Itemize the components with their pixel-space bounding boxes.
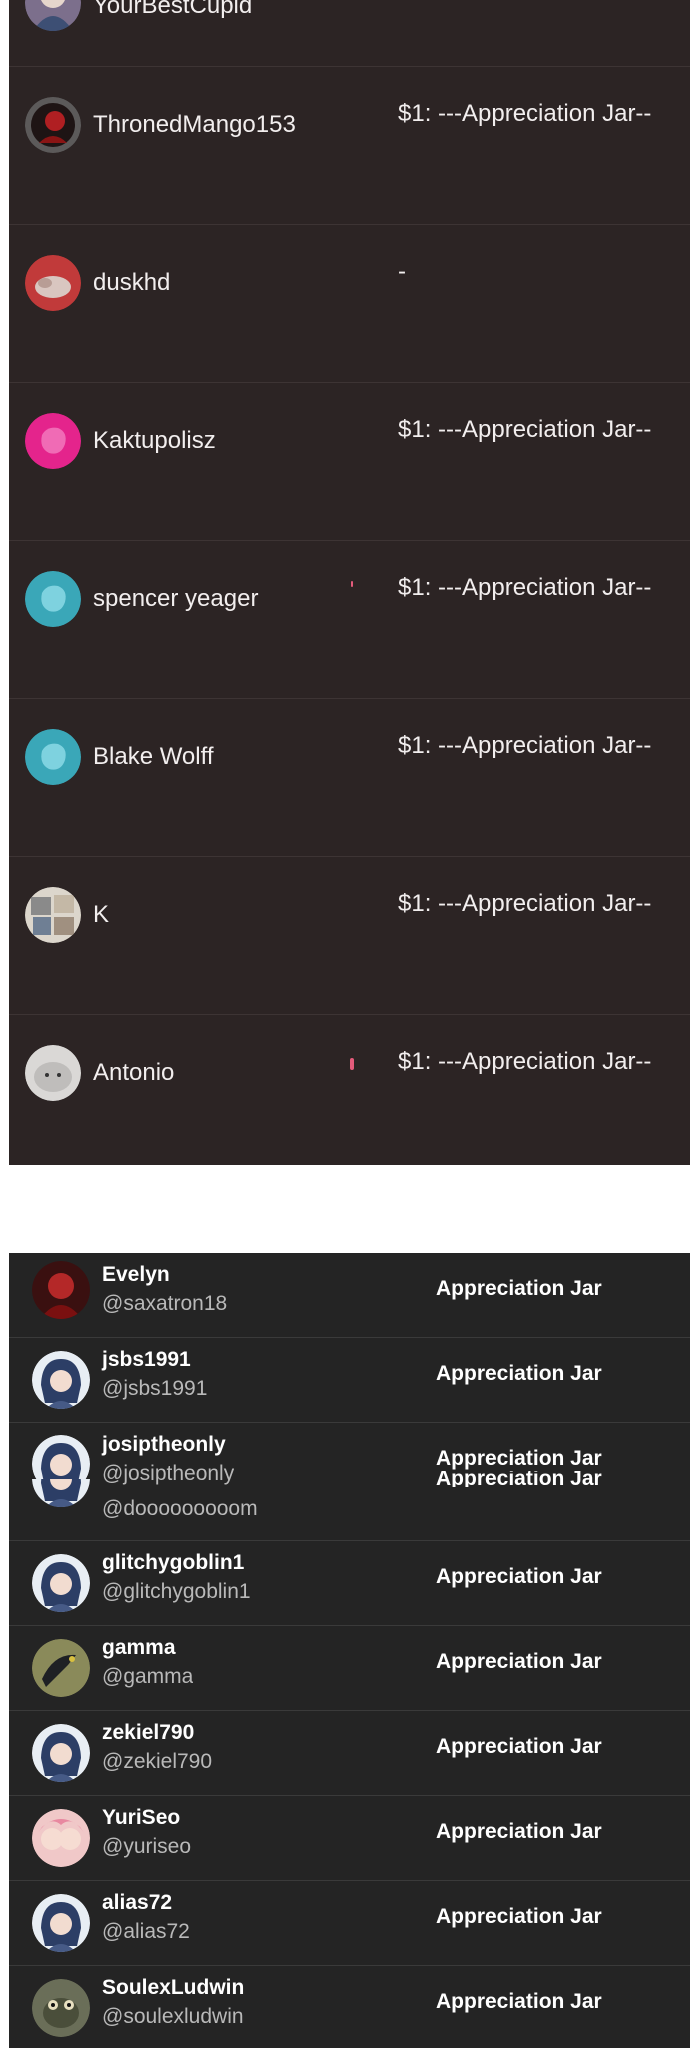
avatar — [32, 1724, 90, 1782]
supporters-list-bottom: Evelyn @saxatron18 Appreciation Jar jsbs… — [9, 1253, 690, 2048]
supporter-name: SoulexLudwin — [102, 1976, 245, 1999]
supporter-name: Blake Wolff — [93, 743, 214, 770]
supporter-name: Kaktupolisz — [93, 427, 216, 454]
tier-label: Appreciation Jar — [436, 1650, 602, 1673]
list-item: ThronedMango153 $1: ---Appreciation Jar-… — [9, 67, 690, 225]
supporter-handle: @zekiel790 — [102, 1750, 213, 1773]
red-character-icon — [32, 1261, 90, 1319]
collage-icon — [25, 887, 81, 943]
avatar — [25, 571, 81, 627]
list-item: gamma @gamma Appreciation Jar — [9, 1626, 690, 1711]
support-amount: $1: ---Appreciation Jar-- — [398, 416, 652, 443]
supporter-handle: @jsbs1991 — [102, 1377, 208, 1400]
supporters-list-top: YourBestCupid ThronedMango153 $1: ---App… — [9, 0, 690, 1165]
tier-label: Appreciation Jar — [436, 1471, 602, 1487]
list-item: Evelyn @saxatron18 Appreciation Jar — [9, 1253, 690, 1338]
teal-blob-icon — [25, 729, 81, 785]
avatar — [25, 413, 81, 469]
avatar — [25, 97, 81, 153]
support-amount: $1: ---Appreciation Jar-- — [398, 100, 652, 127]
tier-label: Appreciation Jar — [436, 1565, 602, 1588]
supporter-name: gamma — [102, 1636, 176, 1659]
list-item: duskhd - — [9, 225, 690, 383]
avatar — [32, 1351, 90, 1409]
avatar — [25, 1045, 81, 1101]
avatar — [32, 1809, 90, 1867]
supporter-name: YourBestCupid — [93, 0, 253, 19]
default-anime-icon — [32, 1351, 90, 1409]
list-item: Kaktupolisz $1: ---Appreciation Jar-- — [9, 383, 690, 541]
avatar — [25, 0, 81, 31]
supporter-handle: @soulexludwin — [102, 2005, 244, 2028]
default-anime-icon — [32, 1479, 90, 1507]
supporter-name: Evelyn — [102, 1263, 170, 1286]
supporter-name: ThronedMango153 — [93, 111, 296, 138]
supporter-handle: @yuriseo — [102, 1835, 192, 1858]
sleeping-cat-icon — [25, 255, 81, 311]
seal-photo-icon — [25, 1045, 81, 1101]
supporter-name: duskhd — [93, 269, 171, 296]
supporter-name: zekiel790 — [102, 1721, 195, 1744]
list-item: jsbs1991 @jsbs1991 Appreciation Jar — [9, 1338, 690, 1423]
list-item: josiptheonly @josiptheonly @dooooooooom … — [9, 1423, 690, 1541]
support-amount: $1: ---Appreciation Jar-- — [398, 1048, 652, 1075]
list-item: alias72 @alias72 Appreciation Jar — [9, 1881, 690, 1966]
list-item: YourBestCupid — [9, 0, 690, 67]
list-item: glitchygoblin1 @glitchygoblin1 Appreciat… — [9, 1541, 690, 1626]
supporter-name: alias72 — [102, 1891, 173, 1914]
tier-label: Appreciation Jar — [436, 1277, 602, 1300]
avatar — [32, 1479, 90, 1507]
dark-red-character-icon — [25, 97, 81, 153]
avatar — [32, 1894, 90, 1952]
supporter-name: K — [93, 901, 110, 928]
frog-icon — [32, 1979, 90, 2037]
supporter-handle: @saxatron18 — [102, 1292, 228, 1315]
tier-label: Appreciation Jar — [436, 1990, 602, 2013]
pink-anime-icon — [32, 1809, 90, 1867]
avatar — [25, 255, 81, 311]
tier-label: Appreciation Jar — [436, 1820, 602, 1843]
pink-blob-icon — [25, 413, 81, 469]
list-item: Blake Wolff $1: ---Appreciation Jar-- — [9, 699, 690, 857]
default-anime-icon — [32, 1894, 90, 1952]
supporter-handle: @alias72 — [102, 1920, 190, 1943]
list-item: K $1: ---Appreciation Jar-- — [9, 857, 690, 1015]
support-amount: $1: ---Appreciation Jar-- — [398, 890, 652, 917]
teal-blob-icon — [25, 571, 81, 627]
supporter-name: josiptheonly — [102, 1433, 226, 1456]
supporter-name: YuriSeo — [102, 1806, 181, 1829]
dark-bird-icon — [32, 1639, 90, 1697]
supporter-name: spencer yeager — [93, 585, 259, 612]
default-anime-icon — [32, 1724, 90, 1782]
supporter-name: glitchygoblin1 — [102, 1551, 245, 1574]
avatar — [32, 1979, 90, 2037]
support-amount: - — [398, 258, 406, 285]
supporter-name: jsbs1991 — [102, 1348, 191, 1371]
supporter-handle: @gamma — [102, 1665, 194, 1688]
supporter-name: Antonio — [93, 1059, 175, 1086]
list-item: SoulexLudwin @soulexludwin Appreciation … — [9, 1966, 690, 2048]
avatar — [32, 1554, 90, 1612]
status-mark — [350, 1058, 354, 1070]
support-amount: $1: ---Appreciation Jar-- — [398, 574, 652, 601]
avatar — [25, 887, 81, 943]
list-item: Antonio $1: ---Appreciation Jar-- — [9, 1015, 690, 1165]
avatar — [32, 1639, 90, 1697]
tier-label: Appreciation Jar — [436, 1447, 602, 1470]
tier-label: Appreciation Jar — [436, 1362, 602, 1385]
status-mark — [351, 581, 353, 587]
list-item: YuriSeo @yuriseo Appreciation Jar — [9, 1796, 690, 1881]
supporter-handle: @glitchygoblin1 — [102, 1580, 251, 1603]
supporter-handle: @josiptheonly — [102, 1462, 235, 1485]
support-amount: $1: ---Appreciation Jar-- — [398, 732, 652, 759]
avatar — [25, 729, 81, 785]
list-item: zekiel790 @zekiel790 Appreciation Jar — [9, 1711, 690, 1796]
supporter-handle: @dooooooooom — [102, 1497, 258, 1520]
avatar — [32, 1261, 90, 1319]
list-item: spencer yeager $1: ---Appreciation Jar-- — [9, 541, 690, 699]
default-anime-icon — [32, 1554, 90, 1612]
tier-label: Appreciation Jar — [436, 1735, 602, 1758]
tier-label: Appreciation Jar — [436, 1905, 602, 1928]
anime-avatar-icon — [25, 0, 81, 31]
